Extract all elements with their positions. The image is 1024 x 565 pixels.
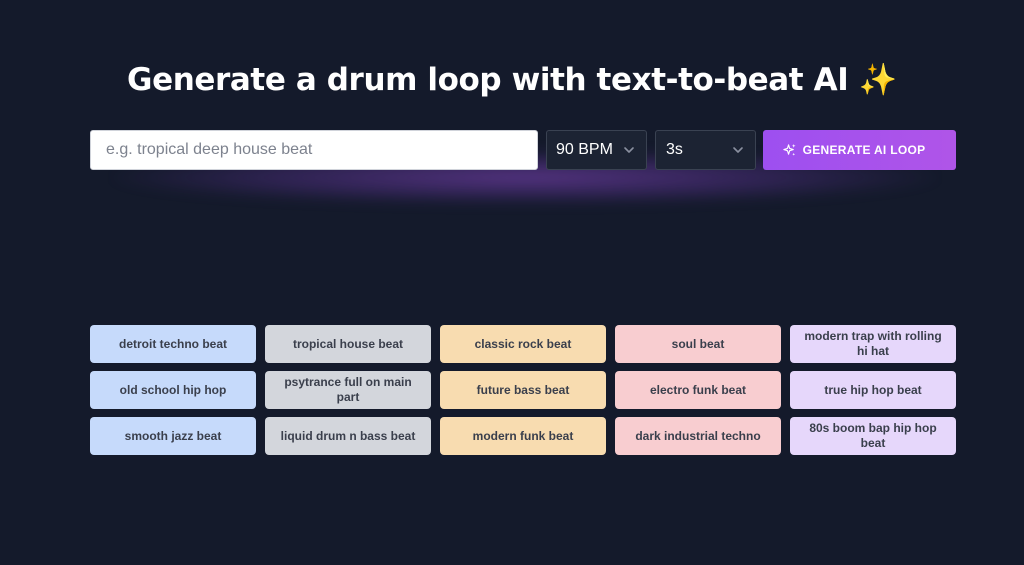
generate-ai-loop-button[interactable]: GENERATE AI LOOP (763, 130, 956, 170)
preset-prompt-label: 80s boom bap hip hop beat (809, 421, 937, 450)
preset-prompt-button[interactable]: modern trap with rolling hi hat (790, 325, 956, 363)
page-title: Generate a drum loop with text-to-beat A… (0, 58, 1024, 102)
preset-prompt-label: soul beat (671, 336, 725, 351)
generator-controls: 90 BPM 3s GENERATE AI LOOP (90, 130, 956, 170)
preset-prompt-button[interactable]: modern funk beat (440, 417, 606, 455)
preset-prompt-button[interactable]: classic rock beat (440, 325, 606, 363)
preset-prompt-label: electro funk beat (649, 382, 747, 397)
preset-prompt-label: true hip hop beat (824, 382, 922, 397)
preset-prompt-label: old school hip hop (119, 382, 227, 397)
preset-prompt-label: liquid drum n bass beat (280, 428, 416, 443)
preset-prompt-label: classic rock beat (474, 336, 572, 351)
preset-prompt-button[interactable]: psytrance full on main part (265, 371, 431, 409)
sparkles-emoji-icon: ✨ (858, 62, 898, 98)
preset-prompt-label: detroit techno beat (118, 336, 227, 351)
preset-prompt-button[interactable]: tropical house beat (265, 325, 431, 363)
preset-prompt-button[interactable]: dark industrial techno (615, 417, 781, 455)
preset-prompt-button[interactable]: soul beat (615, 325, 781, 363)
duration-select[interactable]: 3s (655, 130, 756, 170)
preset-prompt-button[interactable]: future bass beat (440, 371, 606, 409)
preset-prompt-label: psytrance full on main part (284, 375, 412, 404)
page: Generate a drum loop with text-to-beat A… (0, 0, 1024, 565)
chevron-down-icon (731, 143, 745, 157)
preset-prompt-label: future bass beat (476, 382, 570, 397)
preset-prompt-button[interactable]: 80s boom bap hip hop beat (790, 417, 956, 455)
generate-button-label: GENERATE AI LOOP (802, 143, 926, 157)
prompt-input[interactable] (90, 130, 538, 170)
preset-prompt-button[interactable]: true hip hop beat (790, 371, 956, 409)
preset-prompt-grid: detroit techno beat tropical house beat cl… (90, 325, 956, 455)
preset-prompt-label: modern trap with rolling hi hat (804, 329, 942, 358)
preset-prompt-label: dark industrial techno (635, 428, 761, 443)
sparkle-icon (782, 143, 797, 158)
duration-select-value: 3s (666, 141, 683, 158)
preset-prompt-button[interactable]: detroit techno beat (90, 325, 256, 363)
preset-prompt-button[interactable]: smooth jazz beat (90, 417, 256, 455)
preset-prompt-label: tropical house beat (292, 336, 404, 351)
preset-prompt-label: modern funk beat (472, 428, 574, 443)
page-title-text: Generate a drum loop with text-to-beat A… (127, 62, 849, 98)
preset-prompt-label: smooth jazz beat (124, 428, 222, 443)
bpm-select[interactable]: 90 BPM (546, 130, 647, 170)
preset-prompt-button[interactable]: electro funk beat (615, 371, 781, 409)
bpm-select-value: 90 BPM (556, 141, 613, 158)
chevron-down-icon (622, 143, 636, 157)
preset-prompt-button[interactable]: liquid drum n bass beat (265, 417, 431, 455)
preset-prompt-button[interactable]: old school hip hop (90, 371, 256, 409)
